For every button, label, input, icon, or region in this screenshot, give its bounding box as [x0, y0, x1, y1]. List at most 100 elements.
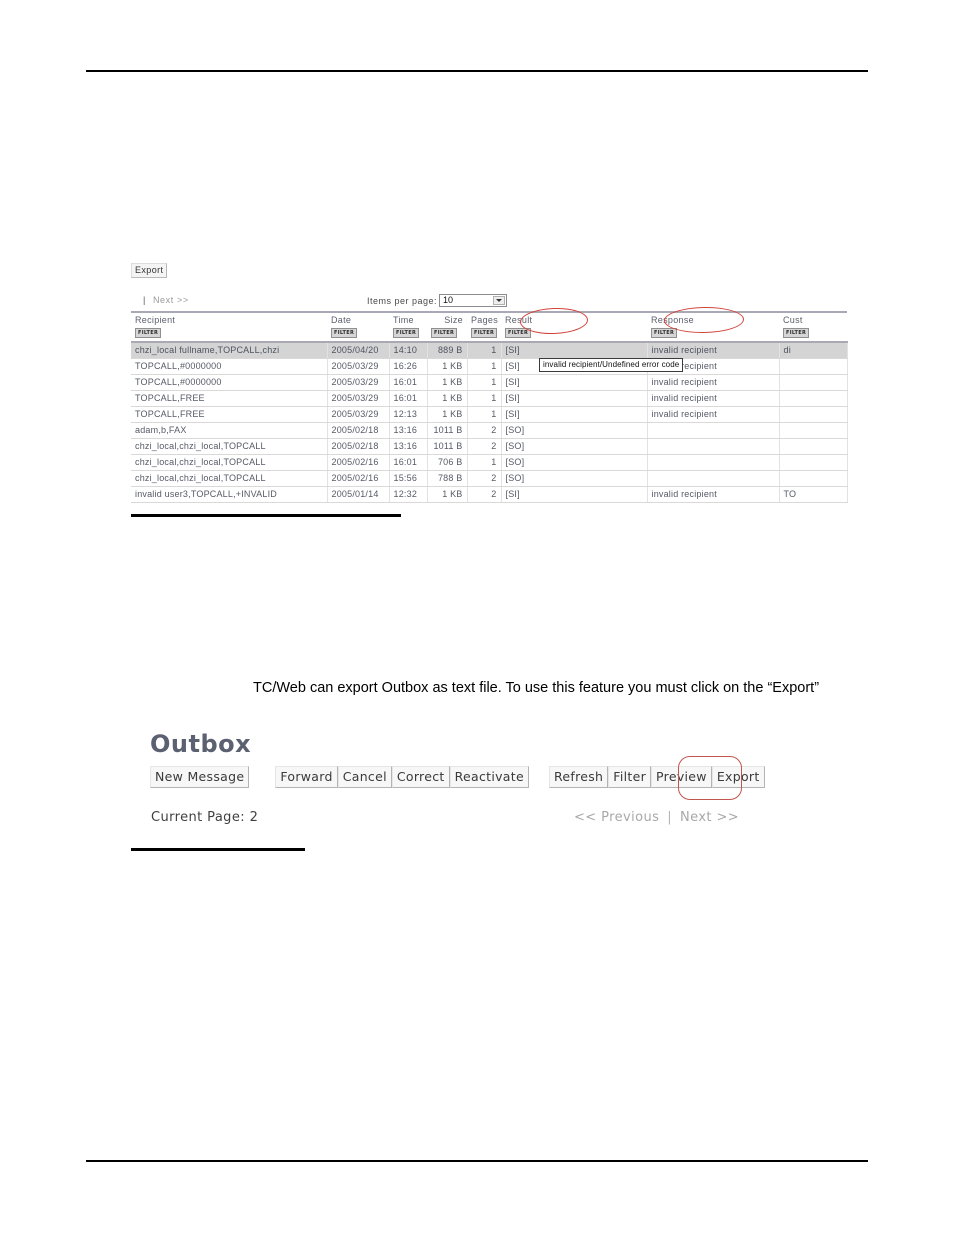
grid-pager-top: | Next >>	[143, 295, 189, 305]
cell-response: invalid recipient	[647, 374, 780, 391]
cell-size: 889 B	[427, 342, 468, 359]
pager-separator: |	[667, 810, 673, 825]
next-page-link[interactable]: Next >>	[680, 810, 739, 825]
table-row[interactable]: TOPCALL,FREE 2005/03/29 16:01 1 KB 1 [SI] inva…	[131, 390, 848, 407]
cell-pages: 1	[467, 374, 502, 391]
table-row[interactable]: TOPCALL,FREE 2005/03/29 12:13 1 KB 1 [SI] inva…	[131, 406, 848, 423]
figure-outbox-toolbar: Outbox New Message Forward Cancel Correct R…	[150, 730, 765, 835]
cell-size: 1 KB	[427, 374, 468, 391]
cell-result: [SO]	[501, 438, 648, 455]
cell-date: 2005/02/16	[327, 470, 390, 487]
cell-time: 12:13	[389, 406, 428, 423]
cell-size: 788 B	[427, 470, 468, 487]
cell-date: 2005/04/20	[327, 342, 390, 359]
filter-cell-pages: FILTER	[467, 325, 501, 343]
cell-time: 12:32	[389, 486, 428, 503]
filter-cell-date: FILTER	[327, 325, 389, 343]
cell-size: 1 KB	[427, 486, 468, 503]
previous-page-link[interactable]: << Previous	[574, 810, 659, 825]
outbox-toolbar: New Message Forward Cancel Correct Reactiva…	[150, 766, 765, 788]
cell-date: 2005/03/29	[327, 406, 390, 423]
page-footer-rule	[86, 1160, 868, 1162]
current-page-indicator: Current Page: 2	[151, 810, 258, 825]
chevron-down-icon[interactable]	[493, 296, 506, 305]
cell-time: 13:16	[389, 438, 428, 455]
table-row[interactable]: chzi_local,chzi_local,TOPCALL 2005/02/16 1…	[131, 470, 848, 487]
column-header-pages[interactable]: Pages	[467, 313, 501, 325]
column-header-recipient[interactable]: Recipient	[131, 313, 327, 325]
cell-date: 2005/02/18	[327, 438, 390, 455]
filter-cell-time: FILTER	[389, 325, 427, 343]
filter-button[interactable]: FILTER	[431, 328, 458, 338]
column-header-custom[interactable]: Cust	[779, 313, 847, 325]
cell-recipient: chzi_local fullname,TOPCALL,chzi	[131, 342, 328, 359]
cell-recipient: TOPCALL,#0000000	[131, 374, 328, 391]
cell-time: 14:10	[389, 342, 428, 359]
filter-button[interactable]: FILTER	[393, 328, 420, 338]
pager-separator: |	[143, 295, 146, 305]
cell-custom	[779, 422, 848, 439]
correct-button[interactable]: Correct	[391, 766, 450, 788]
cell-result: [SI]	[501, 342, 648, 359]
filter-button[interactable]: FILTER	[135, 328, 162, 338]
table-row[interactable]: adam,b,FAX 2005/02/18 13:16 1011 B 2 [SO]	[131, 422, 848, 439]
cell-pages: 2	[467, 470, 502, 487]
current-page-label: Current Page:	[151, 810, 246, 825]
table-row[interactable]: chzi_local,chzi_local,TOPCALL 2005/02/18 1…	[131, 438, 848, 455]
cell-recipient: invalid user3,TOPCALL,+INVALID	[131, 486, 328, 503]
cell-size: 1011 B	[427, 438, 468, 455]
filter-button[interactable]: FILTER	[471, 328, 498, 338]
cell-result: [SO]	[501, 470, 648, 487]
cell-result: [SO]	[501, 422, 648, 439]
cell-time: 16:01	[389, 454, 428, 471]
table-row[interactable]: invalid user3,TOPCALL,+INVALID 2005/01/14…	[131, 486, 848, 503]
cell-custom	[779, 470, 848, 487]
grid-cell-tooltip: invalid recipient/Undefined error code	[539, 358, 684, 372]
table-row[interactable]: TOPCALL,#0000000 2005/03/29 16:01 1 KB 1 [SI]…	[131, 374, 848, 391]
cell-custom: TO	[779, 486, 848, 503]
filter-cell-size: FILTER	[427, 325, 467, 343]
export-button-annotation-rect	[678, 756, 742, 800]
cell-recipient: TOPCALL,#0000000	[131, 358, 328, 375]
cell-result: [SI]	[501, 486, 648, 503]
cell-pages: 2	[467, 422, 502, 439]
export-button[interactable]: Export	[131, 263, 168, 278]
cell-recipient: chzi_local,chzi_local,TOPCALL	[131, 438, 328, 455]
table-row[interactable]: chzi_local,chzi_local,TOPCALL 2005/02/16 1…	[131, 454, 848, 471]
forward-button[interactable]: Forward	[275, 766, 338, 788]
table-row[interactable]: TOPCALL,#0000000 2005/03/29 16:26 1 KB 1 [SI]…	[131, 358, 848, 375]
new-message-button[interactable]: New Message	[150, 766, 250, 788]
cell-custom	[779, 374, 848, 391]
column-header-size[interactable]: Size	[427, 313, 467, 325]
column-header-date[interactable]: Date	[327, 313, 389, 325]
reactivate-button[interactable]: Reactivate	[449, 766, 529, 788]
filter-button[interactable]: FILTER	[783, 328, 810, 338]
table-row[interactable]: chzi_local fullname,TOPCALL,chzi 2005/04/…	[131, 342, 848, 359]
cell-date: 2005/02/16	[327, 454, 390, 471]
filter-button[interactable]: FILTER	[331, 328, 358, 338]
cell-recipient: TOPCALL,FREE	[131, 406, 328, 423]
cell-pages: 2	[467, 486, 502, 503]
filter-button[interactable]: FILTER	[651, 328, 678, 338]
cell-time: 16:01	[389, 374, 428, 391]
items-per-page-value: 10	[443, 295, 454, 305]
cell-date: 2005/03/29	[327, 358, 390, 375]
items-per-page-label: Items per page:	[367, 295, 438, 306]
page-header-rule	[86, 70, 868, 72]
figure-one-caption-rule	[131, 514, 401, 517]
cell-result: [SI]	[501, 390, 648, 407]
refresh-button[interactable]: Refresh	[548, 766, 609, 788]
column-header-time[interactable]: Time	[389, 313, 427, 325]
cell-size: 1 KB	[427, 358, 468, 375]
cell-recipient: TOPCALL,FREE	[131, 390, 328, 407]
items-per-page-select[interactable]: 10	[439, 294, 508, 307]
cell-pages: 2	[467, 438, 502, 455]
outbox-grid: Recipient Date Time Size Pages Result Re…	[131, 311, 848, 503]
cell-recipient: adam,b,FAX	[131, 422, 328, 439]
cancel-button[interactable]: Cancel	[337, 766, 392, 788]
body-paragraph: TC/Web can export Outbox as text file. T…	[253, 680, 820, 696]
cell-size: 1 KB	[427, 406, 468, 423]
cell-date: 2005/03/29	[327, 374, 390, 391]
next-page-link[interactable]: Next >>	[153, 295, 189, 305]
filter-button[interactable]: Filter	[608, 766, 652, 788]
